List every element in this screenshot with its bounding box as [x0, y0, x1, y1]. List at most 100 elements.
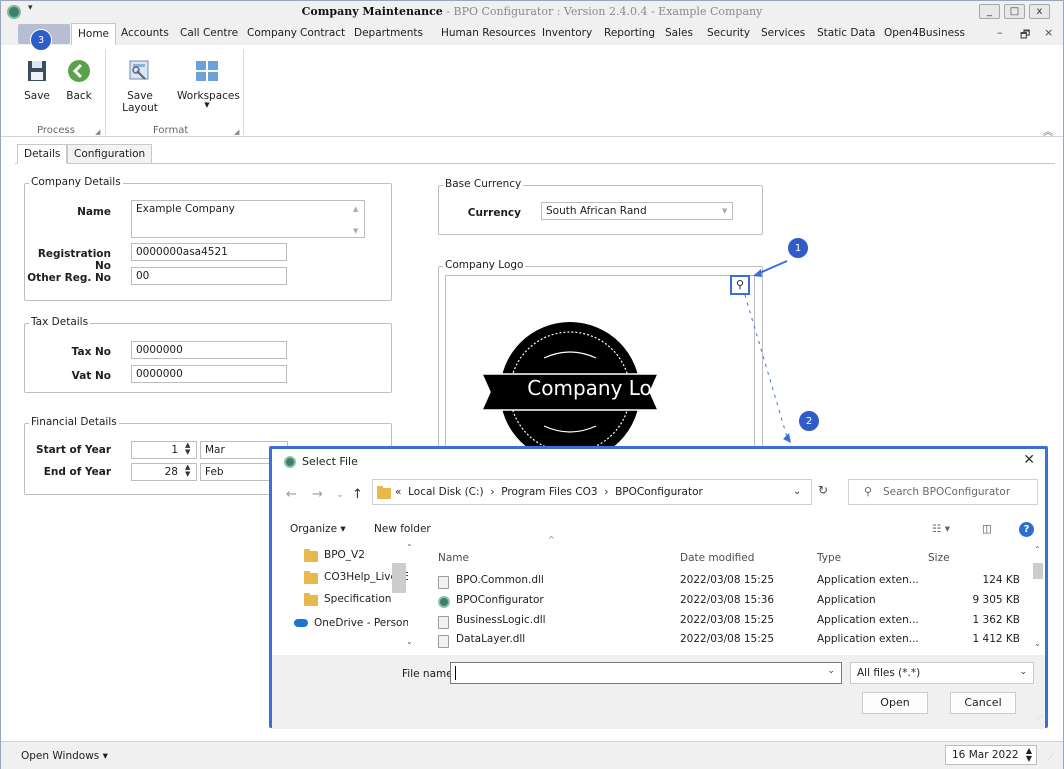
preview-pane-icon[interactable]: ◫: [982, 523, 992, 535]
breadcrumb-bpoconfigurator[interactable]: BPOConfigurator: [615, 486, 703, 498]
resize-grip-icon[interactable]: ⋰: [1036, 715, 1042, 722]
column-size[interactable]: Size: [928, 552, 950, 564]
breadcrumb-program-files[interactable]: Program Files CO3: [501, 486, 597, 498]
close-button[interactable]: x: [1029, 4, 1050, 19]
help-icon[interactable]: ?: [1019, 522, 1034, 537]
tax-no-field[interactable]: 0000000: [131, 341, 287, 359]
save-button[interactable]: Save: [23, 59, 51, 102]
file-name-dropdown-icon[interactable]: ⌄: [827, 666, 835, 676]
mdi-minimize-button[interactable]: –: [997, 26, 1003, 39]
view-options-icon[interactable]: ☷ ▾: [932, 523, 950, 535]
tab-configuration[interactable]: Configuration: [67, 144, 153, 164]
tab-details[interactable]: Details: [17, 144, 68, 164]
date-spin-icon[interactable]: ▲ ▼: [1026, 747, 1032, 763]
column-name[interactable]: Name: [438, 552, 469, 564]
scroll-down-icon[interactable]: ▼: [353, 227, 358, 235]
nav-back-icon[interactable]: ←: [286, 487, 297, 502]
tab-inventory[interactable]: Inventory: [542, 27, 592, 39]
table-row[interactable]: BPOConfigurator 2022/03/08 15:36 Applica…: [438, 594, 1030, 614]
maximize-button[interactable]: □: [1004, 4, 1025, 19]
tab-home[interactable]: Home: [71, 23, 117, 45]
list-scrollbar-thumb[interactable]: [1033, 563, 1043, 579]
logo-image-area: Company Logo: [445, 275, 755, 462]
recent-locations-icon[interactable]: ⌄: [336, 490, 344, 500]
mdi-restore-button[interactable]: 🗗: [1020, 26, 1030, 45]
other-reg-no-field[interactable]: 00: [131, 267, 287, 285]
file-type-select[interactable]: All files (*.*) ⌄: [850, 662, 1034, 684]
table-row[interactable]: BusinessLogic.dll 2022/03/08 15:25 Appli…: [438, 614, 1030, 634]
open-button[interactable]: Open: [862, 692, 928, 714]
tab-company[interactable]: Company: [247, 27, 297, 39]
list-scroll-up-icon[interactable]: ⌃: [1034, 545, 1041, 554]
tab-reporting[interactable]: Reporting: [604, 27, 655, 39]
new-folder-button[interactable]: New folder: [374, 523, 431, 535]
workspaces-button[interactable]: Workspaces ▼: [177, 59, 240, 109]
table-row[interactable]: BPO.Common.dll 2022/03/08 15:25 Applicat…: [438, 574, 1030, 594]
currency-dropdown-icon[interactable]: ▼: [722, 207, 727, 215]
nav-item-specification[interactable]: Specification: [324, 593, 391, 605]
file-name: BusinessLogic.dll: [456, 614, 546, 626]
dll-file-icon: [438, 635, 449, 648]
minimize-button[interactable]: _: [979, 4, 1000, 19]
file-type: Application exten...: [817, 614, 919, 626]
cancel-button[interactable]: Cancel: [950, 692, 1016, 714]
tab-open4business[interactable]: Open4Business: [884, 27, 965, 39]
tab-human-resources[interactable]: Human Resources: [441, 27, 536, 39]
nav-scroll-up-icon[interactable]: ⌃: [406, 543, 413, 552]
file-name-input[interactable]: ⌄: [450, 662, 842, 684]
nav-item-onedrive[interactable]: OneDrive - Person: [314, 617, 408, 629]
column-type[interactable]: Type: [817, 552, 841, 564]
nav-scroll-down-icon[interactable]: ⌄: [406, 637, 413, 646]
refresh-icon[interactable]: ↻: [818, 483, 828, 497]
list-scroll-down-icon[interactable]: ⌄: [1034, 639, 1041, 648]
scroll-up-icon[interactable]: ▲: [353, 205, 358, 213]
save-layout-button[interactable]: Save Layout: [109, 59, 171, 114]
date-field[interactable]: 16 Mar 2022 ▲ ▼: [945, 745, 1037, 765]
nav-up-icon[interactable]: ↑: [352, 487, 363, 502]
search-input[interactable]: Search BPOConfigurator: [848, 479, 1038, 505]
file-size: 1 362 KB: [972, 614, 1021, 626]
nav-forward-icon[interactable]: →: [312, 487, 323, 502]
table-row[interactable]: DataLayer.dll 2022/03/08 15:25 Applicati…: [438, 633, 1030, 651]
tab-security[interactable]: Security: [707, 27, 750, 39]
process-group-launcher-icon[interactable]: ◢: [95, 128, 100, 136]
column-date-modified[interactable]: Date modified: [680, 552, 754, 564]
folder-icon: [304, 571, 318, 584]
application-icon: [438, 596, 450, 608]
tab-static-data[interactable]: Static Data: [817, 27, 875, 39]
nav-scrollbar-thumb[interactable]: [392, 563, 406, 593]
registration-no-field[interactable]: 0000000asa4521: [131, 243, 287, 261]
back-button[interactable]: Back: [63, 59, 95, 102]
address-dropdown-icon[interactable]: ⌄: [793, 486, 801, 497]
file-type-dropdown-icon: ⌄: [1019, 667, 1027, 677]
dialog-close-icon[interactable]: ✕: [1023, 452, 1035, 468]
breadcrumb-prefix[interactable]: «: [395, 486, 401, 498]
company-name-field[interactable]: Example Company: [131, 200, 365, 238]
tab-contract[interactable]: Contract: [300, 27, 345, 39]
nav-item-bpo-v2[interactable]: BPO_V2: [324, 549, 365, 561]
format-group-launcher-icon[interactable]: ◢: [234, 128, 239, 136]
open-windows-button[interactable]: Open Windows ▾: [21, 750, 108, 762]
vat-no-field[interactable]: 0000000: [131, 365, 287, 383]
window-resize-grip-icon[interactable]: ⋰: [1047, 753, 1054, 761]
file-name: BPOConfigurator: [456, 594, 544, 606]
folder-icon: [304, 549, 318, 562]
tab-sales[interactable]: Sales: [665, 27, 693, 39]
end-day-spin-icon[interactable]: ▲ ▼: [185, 464, 190, 478]
select-file-dialog: Select File ✕ ← → ⌄ ↑ « Local Disk (C:) …: [269, 446, 1048, 729]
file-size: 124 KB: [982, 574, 1020, 586]
financial-details-title: Financial Details: [29, 416, 119, 428]
tab-departments[interactable]: Departments: [354, 27, 423, 39]
file-size: 9 305 KB: [972, 594, 1021, 606]
tab-call-centre[interactable]: Call Centre: [180, 27, 238, 39]
mdi-close-button[interactable]: ×: [1044, 26, 1053, 39]
start-day-spin-icon[interactable]: ▲ ▼: [185, 442, 190, 456]
tab-accounts[interactable]: Accounts: [121, 27, 169, 39]
organize-button[interactable]: Organize ▾: [290, 523, 346, 535]
breadcrumb-local-disk[interactable]: Local Disk (C:): [408, 486, 484, 498]
dll-file-icon: [438, 576, 449, 589]
currency-select[interactable]: South African Rand: [541, 202, 733, 220]
collapse-ribbon-icon[interactable]: ︽: [1043, 123, 1053, 138]
tab-services[interactable]: Services: [761, 27, 805, 39]
address-bar[interactable]: « Local Disk (C:) › Program Files CO3 › …: [372, 479, 812, 505]
